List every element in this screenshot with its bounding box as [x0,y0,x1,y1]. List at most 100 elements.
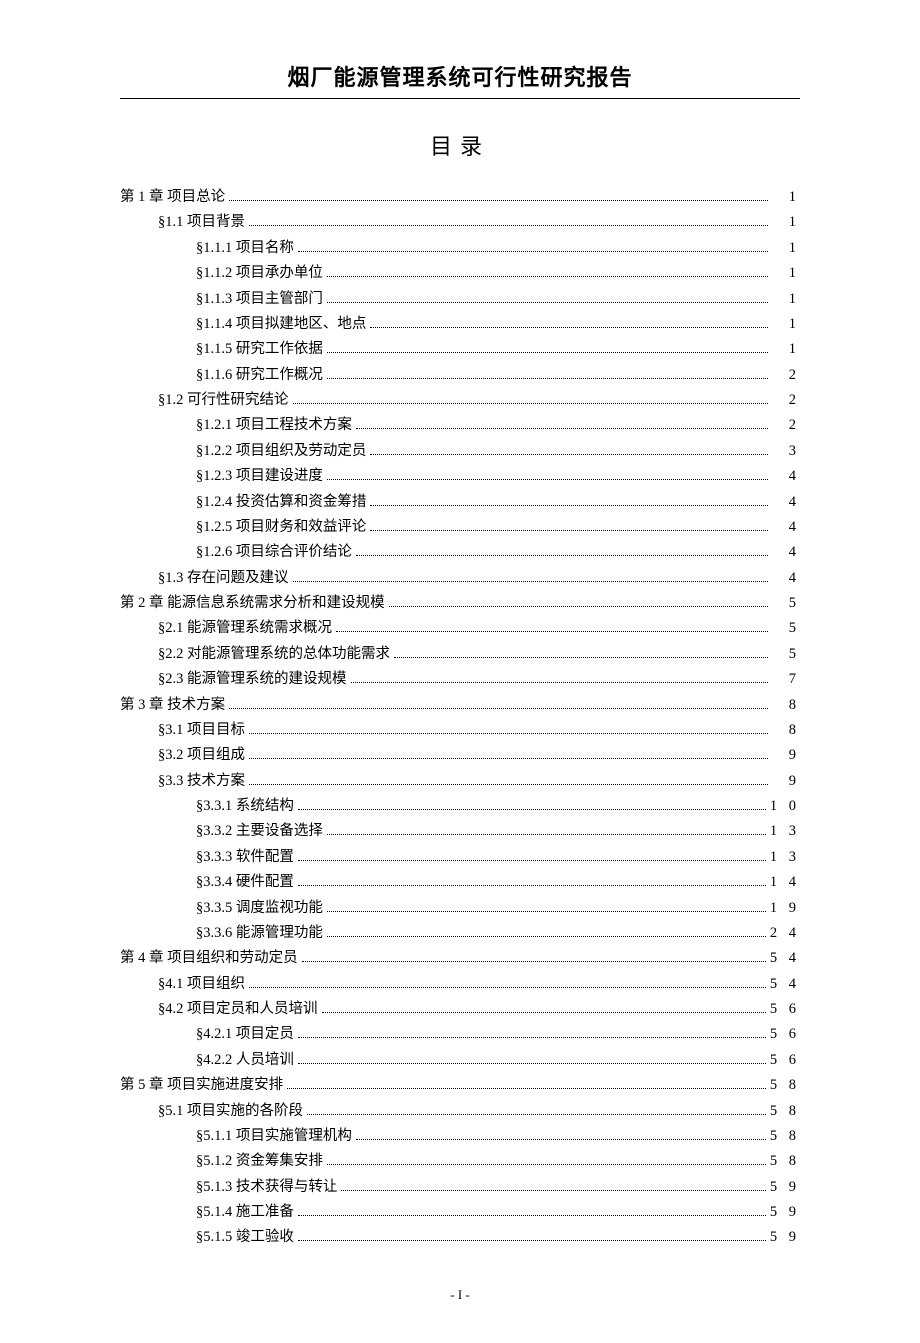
toc-entry[interactable]: §1.2.2 项目组织及劳动定员3 [120,439,800,464]
toc-entry[interactable]: 第 4 章 项目组织和劳动定员 5 4 [120,946,800,971]
toc-entry[interactable]: §3.3.2 主要设备选择1 3 [120,819,800,844]
toc-entry[interactable]: 第 2 章 能源信息系统需求分析和建设规模5 [120,591,800,616]
toc-entry[interactable]: §2.3 能源管理系统的建设规模7 [120,667,800,692]
toc-entry-label: §1.1.5 研究工作依据 [196,337,323,362]
toc-entry[interactable]: §1.2.3 项目建设进度4 [120,464,800,489]
toc-entry[interactable]: §4.2 项目定员和人员培训5 6 [120,997,800,1022]
toc-entry[interactable]: §1.1 项目背景1 [120,210,800,235]
toc-entry[interactable]: §1.2.6 项目综合评价结论4 [120,540,800,565]
toc-entry-page: 5 [772,642,800,667]
toc-entry[interactable]: §1.1.2 项目承办单位1 [120,261,800,286]
toc-leader-dots [327,911,766,912]
page-footer: - I - [120,1287,800,1303]
toc-entry-page: 5 9 [770,1200,800,1225]
toc-leader-dots [327,834,766,835]
toc-entry[interactable]: §3.2 项目组成9 [120,743,800,768]
table-of-contents: 第 1 章 项目总论1§1.1 项目背景1§1.1.1 项目名称1§1.1.2 … [120,185,800,1251]
toc-entry-page: 4 [772,515,800,540]
toc-entry[interactable]: §4.2.2 人员培训5 6 [120,1048,800,1073]
toc-entry-label: §4.2 项目定员和人员培训 [158,997,318,1022]
toc-entry-page: 5 4 [770,946,800,971]
toc-entry[interactable]: §3.3 技术方案 9 [120,769,800,794]
toc-entry[interactable]: 第 1 章 项目总论1 [120,185,800,210]
toc-entry-page: 1 4 [770,870,800,895]
toc-leader-dots [287,1088,766,1089]
toc-entry-label: §1.2.4 投资估算和资金筹措 [196,490,366,515]
document-title: 烟厂能源管理系统可行性研究报告 [120,60,800,99]
toc-leader-dots [356,428,768,429]
toc-entry-label: §1.2.3 项目建设进度 [196,464,323,489]
toc-entry-page: 5 9 [770,1225,800,1250]
toc-entry[interactable]: §3.3.3 软件配置1 3 [120,845,800,870]
toc-entry[interactable]: §1.1.5 研究工作依据1 [120,337,800,362]
toc-entry[interactable]: §5.1.5 竣工验收 5 9 [120,1225,800,1250]
toc-entry[interactable]: §3.3.6 能源管理功能2 4 [120,921,800,946]
toc-entry-page: 2 [772,413,800,438]
toc-entry-page: 1 [772,312,800,337]
toc-leader-dots [370,454,768,455]
toc-entry[interactable]: §4.2.1 项目定员5 6 [120,1022,800,1047]
toc-entry[interactable]: 第 3 章 技术方案8 [120,693,800,718]
toc-entry-label: §3.3 技术方案 [158,769,245,794]
toc-entry-label: §5.1.5 竣工验收 [196,1225,294,1250]
toc-entry[interactable]: §1.1.3 项目主管部门1 [120,287,800,312]
toc-entry[interactable]: §3.3.1 系统结构1 0 [120,794,800,819]
toc-leader-dots [327,276,768,277]
toc-leader-dots [327,302,768,303]
toc-entry-label: §5.1.4 施工准备 [196,1200,294,1225]
toc-entry[interactable]: §2.2 对能源管理系统的总体功能需求5 [120,642,800,667]
toc-leader-dots [370,505,768,506]
toc-entry-page: 1 3 [770,845,800,870]
toc-entry-page: 4 [772,540,800,565]
toc-entry-page: 8 [772,718,800,743]
toc-entry-page: 4 [772,490,800,515]
toc-leader-dots [370,327,768,328]
toc-leader-dots [356,555,768,556]
toc-entry-page: 2 [772,363,800,388]
toc-entry-label: §3.2 项目组成 [158,743,245,768]
toc-heading: 目录 [120,129,800,161]
toc-entry-page: 9 [772,769,800,794]
toc-leader-dots [293,581,769,582]
toc-entry-label: §4.2.2 人员培训 [196,1048,294,1073]
toc-entry[interactable]: §5.1.4 施工准备 5 9 [120,1200,800,1225]
toc-entry[interactable]: §3.3.5 调度监视功能 1 9 [120,896,800,921]
toc-leader-dots [370,530,768,531]
toc-entry[interactable]: §1.1.1 项目名称1 [120,236,800,261]
toc-entry[interactable]: §5.1 项目实施的各阶段5 8 [120,1099,800,1124]
toc-entry-label: §5.1.3 技术获得与转让 [196,1175,337,1200]
toc-entry-page: 5 9 [770,1175,800,1200]
toc-entry[interactable]: §4.1 项目组织5 4 [120,972,800,997]
toc-entry-page: 1 9 [770,896,800,921]
toc-leader-dots [327,1164,766,1165]
toc-entry[interactable]: §5.1.2 资金筹集安排5 8 [120,1149,800,1174]
toc-entry[interactable]: §5.1.3 技术获得与转让 5 9 [120,1175,800,1200]
toc-entry-label: §1.1 项目背景 [158,210,245,235]
toc-leader-dots [229,708,768,709]
toc-entry[interactable]: §1.1.4 项目拟建地区、地点1 [120,312,800,337]
toc-entry-label: §3.3.5 调度监视功能 [196,896,323,921]
toc-entry[interactable]: §1.2 可行性研究结论2 [120,388,800,413]
toc-entry[interactable]: 第 5 章 项目实施进度安排5 8 [120,1073,800,1098]
toc-entry[interactable]: §1.2.5 项目财务和效益评论 4 [120,515,800,540]
toc-entry[interactable]: §3.3.4 硬件配置1 4 [120,870,800,895]
toc-entry[interactable]: §3.1 项目目标8 [120,718,800,743]
toc-entry-page: 5 4 [770,972,800,997]
toc-entry[interactable]: §1.2.1 项目工程技术方案2 [120,413,800,438]
toc-entry-label: §1.2.5 项目财务和效益评论 [196,515,366,540]
toc-leader-dots [336,631,768,632]
toc-entry-page: 3 [772,439,800,464]
toc-entry-label: 第 4 章 项目组织和劳动定员 [120,946,298,971]
toc-leader-dots [298,1240,766,1241]
toc-leader-dots [298,251,768,252]
toc-entry-page: 1 [772,287,800,312]
toc-entry-page: 5 8 [770,1073,800,1098]
toc-entry-label: §5.1.1 项目实施管理机构 [196,1124,352,1149]
toc-entry[interactable]: §1.1.6 研究工作概况2 [120,363,800,388]
toc-leader-dots [307,1114,766,1115]
toc-entry[interactable]: §1.2.4 投资估算和资金筹措 4 [120,490,800,515]
toc-entry[interactable]: §1.3 存在问题及建议4 [120,566,800,591]
toc-entry-label: §3.3.1 系统结构 [196,794,294,819]
toc-entry[interactable]: §5.1.1 项目实施管理机构5 8 [120,1124,800,1149]
toc-entry[interactable]: §2.1 能源管理系统需求概况5 [120,616,800,641]
